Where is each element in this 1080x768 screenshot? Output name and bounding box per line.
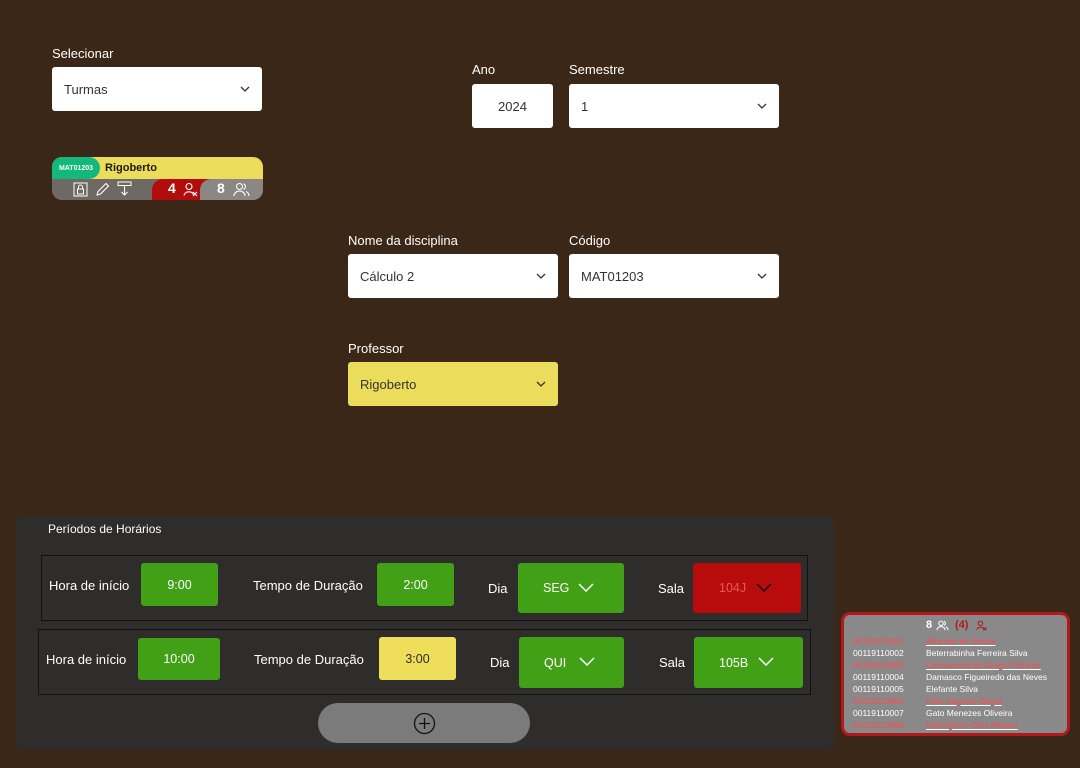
plus-circle-icon: [413, 712, 435, 734]
list-item[interactable]: 00119110007 Gato Menezes Oliveira: [853, 707, 1012, 719]
room-dropdown[interactable]: 104J: [693, 563, 801, 613]
chevron-down-icon: [536, 273, 546, 279]
year-input[interactable]: 2024: [472, 84, 553, 128]
day-value: QUI: [544, 655, 567, 670]
duration-input[interactable]: 3:00: [379, 637, 456, 680]
add-period-button[interactable]: [318, 703, 530, 743]
list-item[interactable]: 00119110005 Elefante Silva: [853, 683, 978, 695]
schedule-row: Hora de início 10:00 Tempo de Duração 3:…: [38, 629, 811, 695]
professor-dropdown[interactable]: Rigoberto: [348, 362, 558, 406]
class-code-badge: MAT01203: [52, 157, 100, 179]
chevron-down-icon: [579, 657, 595, 666]
room-value: 104J: [719, 581, 747, 595]
start-label: Hora de início: [49, 578, 130, 593]
list-item[interactable]: 00119110003 Cenourinha da Graça Pinheiro: [853, 659, 1041, 671]
course-code-value: MAT01203: [581, 268, 644, 284]
lock-icon[interactable]: [73, 182, 88, 197]
list-item[interactable]: 00119110004 Damasco Figueiredo das Neves: [853, 671, 1047, 683]
student-count: 8: [217, 180, 225, 196]
duration-label: Tempo de Duração: [254, 652, 364, 667]
year-value: 2024: [498, 98, 527, 114]
pencil-icon[interactable]: [95, 182, 110, 197]
room-value: 105B: [719, 655, 749, 670]
course-name-value: Cálculo 2: [360, 268, 415, 284]
day-dropdown[interactable]: QUI: [519, 637, 624, 688]
chevron-down-icon: [578, 583, 594, 592]
start-label: Hora de início: [46, 652, 127, 667]
day-label: Dia: [490, 655, 510, 670]
selector-label: Selecionar: [52, 46, 114, 61]
chevron-down-icon: [757, 273, 767, 279]
course-name-dropdown[interactable]: Cálculo 2: [348, 254, 558, 298]
chevron-down-icon: [536, 381, 546, 387]
semester-label: Semestre: [569, 62, 625, 77]
user-x-icon: [183, 182, 198, 197]
year-label: Ano: [472, 62, 496, 77]
users-icon: [936, 620, 949, 631]
list-item[interactable]: 00119110002 Beterrabinha Ferreira Silva: [853, 647, 1028, 659]
users-icon: [233, 182, 250, 197]
professor-value: Rigoberto: [360, 376, 417, 392]
download-icon[interactable]: [117, 181, 132, 197]
popup-absent-count: (4): [955, 619, 969, 631]
room-label: Sala: [659, 655, 686, 670]
absent-count: 4: [168, 180, 176, 196]
start-time-input[interactable]: 9:00: [141, 563, 218, 606]
chevron-down-icon: [758, 657, 774, 666]
list-item[interactable]: 00119110006 Feliz Augusto Degel: [853, 695, 1002, 707]
schedule-row: Hora de início 9:00 Tempo de Duração 2:0…: [41, 555, 808, 621]
chevron-down-icon: [240, 86, 250, 92]
professor-label: Professor: [348, 341, 404, 356]
students-popup: 8 (4) 00119110001 Abacate de Souza 001191…: [841, 612, 1070, 736]
popup-student-count: 8: [926, 619, 933, 631]
duration-label: Tempo de Duração: [253, 578, 363, 593]
day-dropdown[interactable]: SEG: [518, 563, 624, 613]
list-item[interactable]: 00119110008 Helicoptero Dias Ribeiro: [853, 719, 1018, 731]
course-code-label: Código: [569, 233, 611, 248]
schedule-title: Períodos de Horários: [48, 522, 162, 536]
chevron-down-icon: [756, 583, 772, 592]
day-label: Dia: [488, 581, 508, 596]
class-card[interactable]: MAT01203 Rigoberto 4 8: [52, 157, 263, 200]
selector-value: Turmas: [64, 81, 108, 97]
course-name-label: Nome da disciplina: [348, 233, 458, 248]
students-badge[interactable]: [200, 179, 263, 200]
start-time-input[interactable]: 10:00: [138, 638, 220, 680]
duration-input[interactable]: 2:00: [377, 563, 454, 606]
list-item[interactable]: 00119110001 Abacate de Souza: [853, 635, 995, 647]
class-professor: Rigoberto: [105, 162, 157, 174]
semester-dropdown[interactable]: 1: [569, 84, 779, 128]
room-label: Sala: [658, 581, 685, 596]
semester-value: 1: [581, 98, 589, 114]
day-value: SEG: [543, 581, 570, 595]
user-x-icon: [976, 620, 987, 631]
chevron-down-icon: [757, 103, 767, 109]
course-code-dropdown[interactable]: MAT01203: [569, 254, 779, 298]
selector-dropdown[interactable]: Turmas: [52, 67, 262, 111]
room-dropdown[interactable]: 105B: [694, 637, 803, 688]
